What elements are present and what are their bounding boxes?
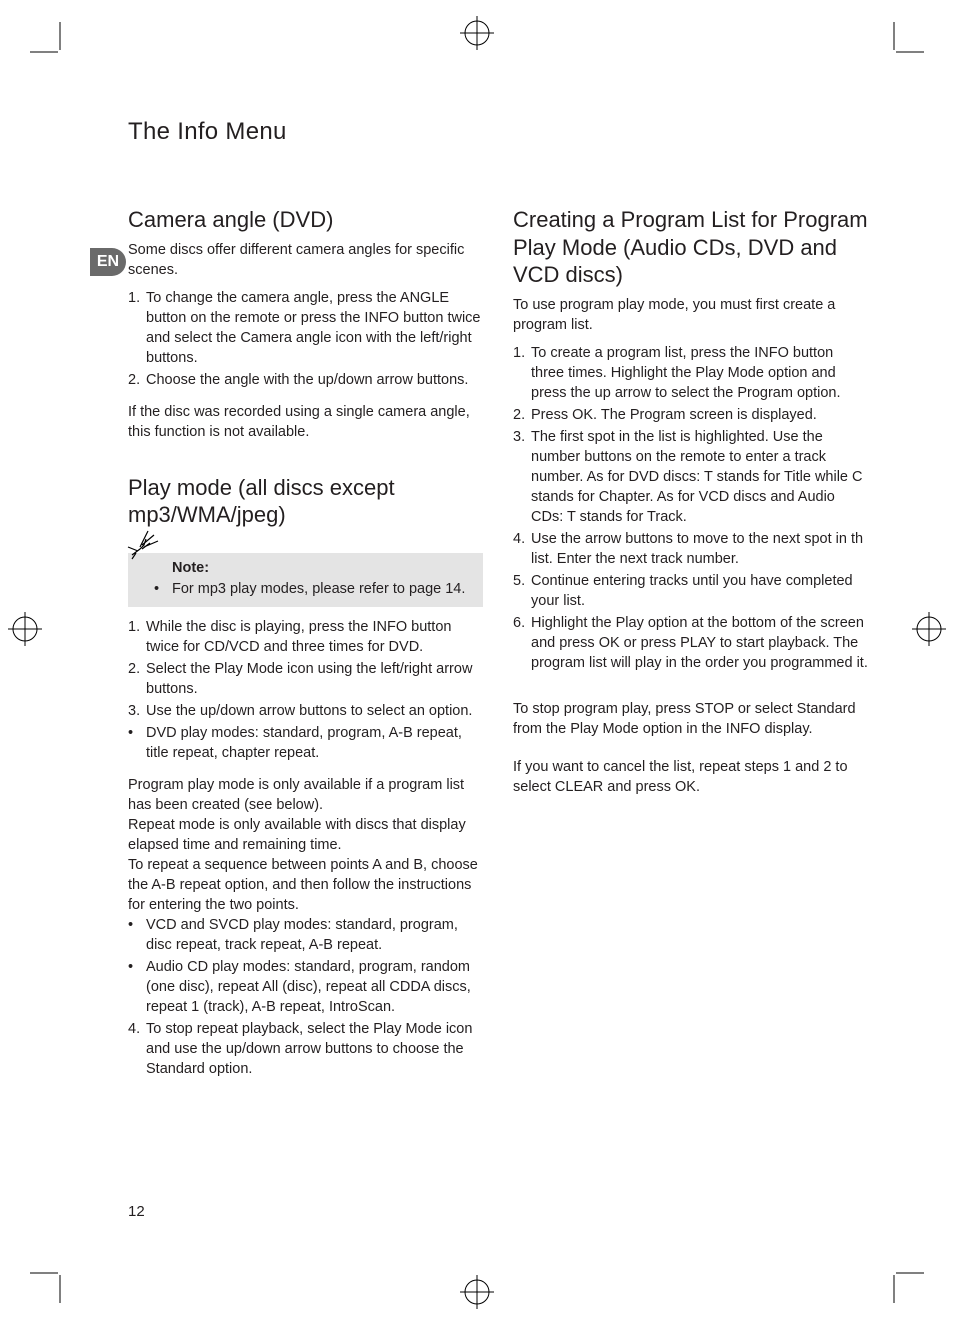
left-column: Camera angle (DVD) Some discs offer diff…	[128, 206, 483, 1081]
note-text: For mp3 play modes, please refer to page…	[172, 579, 473, 599]
list-item: 4. To stop repeat playback, select the P…	[128, 1019, 483, 1079]
crop-mark-bl	[30, 1263, 70, 1303]
right-column: Creating a Program List for Program Play…	[513, 206, 868, 1081]
list-text: To stop repeat playback, select the Play…	[146, 1019, 483, 1079]
list-item: 1. To create a program list, press the I…	[513, 343, 868, 403]
list-item: 5. Continue entering tracks until you ha…	[513, 571, 868, 611]
list-item: 6. Highlight the Play option at the bott…	[513, 613, 868, 673]
list-number: 2.	[128, 370, 146, 390]
list-number: 4.	[128, 1019, 146, 1079]
list-number: 2.	[513, 405, 531, 425]
list-item: Audio CD play modes: standard, program, …	[128, 957, 483, 1017]
list-item: DVD play modes: standard, program, A-B r…	[128, 723, 483, 763]
list-text: Audio CD play modes: standard, program, …	[146, 957, 483, 1017]
crop-mark-tl	[30, 22, 70, 62]
registration-mark-left	[8, 612, 42, 646]
camera-angle-outro: If the disc was recorded using a single …	[128, 402, 483, 442]
list-number: 4.	[513, 529, 531, 569]
registration-mark-right	[912, 612, 946, 646]
program-list-intro: To use program play mode, you must first…	[513, 295, 868, 335]
list-number: 1.	[128, 617, 146, 657]
registration-mark-bottom	[460, 1275, 494, 1309]
note-box: Note: For mp3 play modes, please refer t…	[128, 553, 483, 607]
page-number: 12	[128, 1203, 145, 1220]
program-list-para1: To stop program play, press STOP or sele…	[513, 699, 868, 739]
list-item: 1. To change the camera angle, press the…	[128, 288, 483, 368]
note-bullet: For mp3 play modes, please refer to page…	[154, 579, 473, 599]
list-text: Continue entering tracks until you have …	[531, 571, 868, 611]
list-text: Use the arrow buttons to move to the nex…	[531, 529, 868, 569]
list-text: The first spot in the list is highlighte…	[531, 427, 868, 527]
play-mode-para1: Program play mode is only available if a…	[128, 775, 483, 815]
bullet-icon	[128, 723, 146, 763]
page-title: The Info Menu	[128, 118, 868, 146]
manual-page: EN The Info Menu Camera angle (DVD) Some…	[0, 0, 954, 1325]
list-text: While the disc is playing, press the INF…	[146, 617, 483, 657]
list-item: 2. Press OK. The Program screen is displ…	[513, 405, 868, 425]
note-hand-icon	[122, 525, 164, 567]
list-number: 3.	[513, 427, 531, 527]
bullet-icon	[128, 915, 146, 955]
list-text: DVD play modes: standard, program, A-B r…	[146, 723, 483, 763]
list-text: To change the camera angle, press the AN…	[146, 288, 483, 368]
list-number: 2.	[128, 659, 146, 699]
list-text: Highlight the Play option at the bottom …	[531, 613, 868, 673]
note-label: Note:	[172, 560, 209, 576]
language-badge: EN	[90, 248, 126, 276]
heading-program-list: Creating a Program List for Program Play…	[513, 206, 868, 289]
list-item: 3. Use the up/down arrow buttons to sele…	[128, 701, 483, 721]
bullet-icon	[154, 579, 172, 599]
list-number: 3.	[128, 701, 146, 721]
list-text: Press OK. The Program screen is displaye…	[531, 405, 868, 425]
two-column-layout: Camera angle (DVD) Some discs offer diff…	[128, 206, 868, 1081]
list-number: 1.	[513, 343, 531, 403]
heading-camera-angle: Camera angle (DVD)	[128, 206, 483, 234]
content-area: EN The Info Menu Camera angle (DVD) Some…	[128, 118, 868, 1238]
list-text: To create a program list, press the INFO…	[531, 343, 868, 403]
list-number: 5.	[513, 571, 531, 611]
list-item: 4. Use the arrow buttons to move to the …	[513, 529, 868, 569]
bullet-icon	[128, 957, 146, 1017]
registration-mark-top	[460, 16, 494, 50]
list-item: 3. The first spot in the list is highlig…	[513, 427, 868, 527]
program-list-para2: If you want to cancel the list, repeat s…	[513, 757, 868, 797]
list-item: 2. Select the Play Mode icon using the l…	[128, 659, 483, 699]
play-mode-para3: To repeat a sequence between points A an…	[128, 855, 483, 915]
list-item: 2. Choose the angle with the up/down arr…	[128, 370, 483, 390]
list-text: Choose the angle with the up/down arrow …	[146, 370, 483, 390]
list-number: 6.	[513, 613, 531, 673]
list-text: Select the Play Mode icon using the left…	[146, 659, 483, 699]
list-item: VCD and SVCD play modes: standard, progr…	[128, 915, 483, 955]
list-text: VCD and SVCD play modes: standard, progr…	[146, 915, 483, 955]
heading-play-mode: Play mode (all discs except mp3/WMA/jpeg…	[128, 474, 483, 529]
list-item: 1. While the disc is playing, press the …	[128, 617, 483, 657]
crop-mark-tr	[884, 22, 924, 62]
list-text: Use the up/down arrow buttons to select …	[146, 701, 483, 721]
play-mode-para2: Repeat mode is only available with discs…	[128, 815, 483, 855]
camera-angle-intro: Some discs offer different camera angles…	[128, 240, 483, 280]
crop-mark-br	[884, 1263, 924, 1303]
list-number: 1.	[128, 288, 146, 368]
